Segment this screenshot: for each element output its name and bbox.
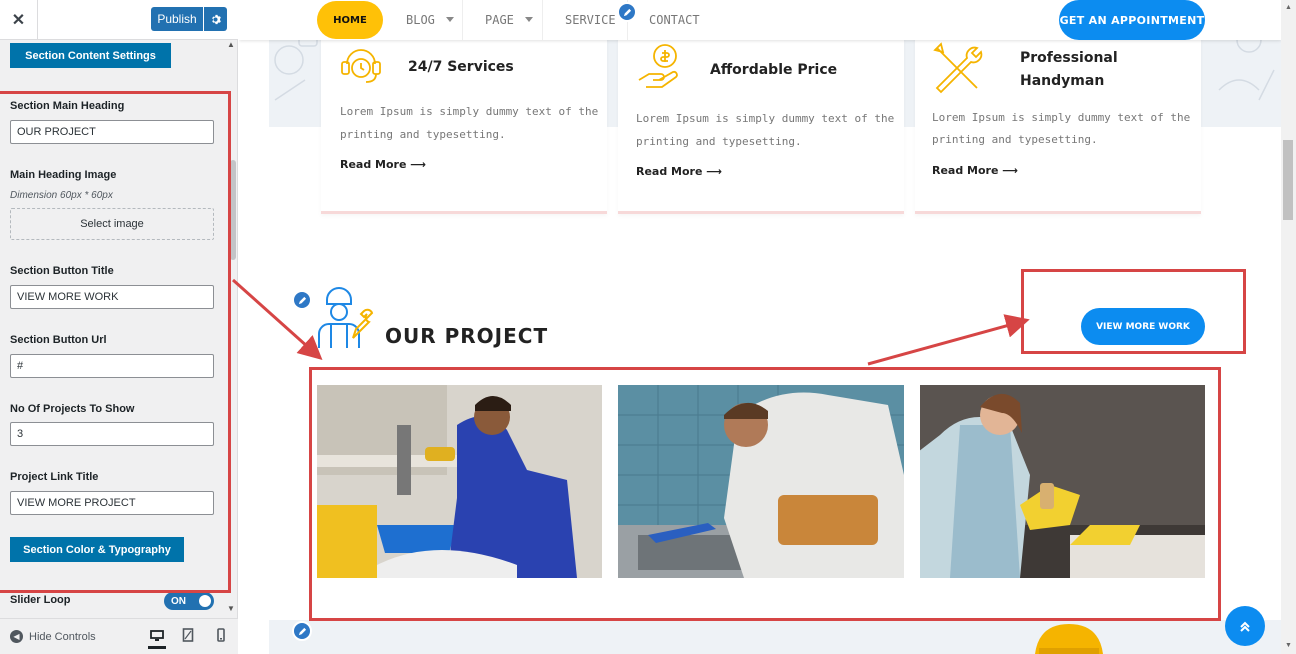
- read-more-link[interactable]: Read More ⟶: [636, 165, 722, 178]
- read-more-link[interactable]: Read More ⟶: [340, 158, 426, 171]
- button-title-label: Section Button Title: [10, 265, 114, 277]
- service-title: 24/7 Services: [408, 59, 514, 75]
- service-card: Professional Handyman Lorem Ipsum is sim…: [915, 30, 1201, 214]
- nav-item-contact[interactable]: CONTACT: [649, 0, 700, 40]
- service-title: Affordable Price: [710, 62, 838, 78]
- service-text: printing and typesetting.: [636, 135, 802, 148]
- read-more-link[interactable]: Read More ⟶: [932, 164, 1018, 177]
- projects-count-label: No Of Projects To Show: [10, 403, 135, 415]
- chevron-down-icon: [525, 17, 533, 22]
- toggle-knob: [199, 595, 211, 607]
- project-link-input[interactable]: VIEW MORE PROJECT: [10, 491, 214, 515]
- nav-item-service[interactable]: SERVICE: [565, 0, 616, 40]
- project-section-title: OUR PROJECT: [385, 324, 549, 348]
- publish-button[interactable]: Publish: [151, 7, 203, 31]
- scroll-up-icon[interactable]: ▲: [227, 40, 235, 49]
- service-text: printing and typesetting.: [932, 133, 1098, 146]
- gear-icon[interactable]: [204, 7, 227, 31]
- main-heading-label: Section Main Heading: [10, 100, 125, 112]
- nav-item-page[interactable]: PAGE: [485, 0, 514, 40]
- slider-loop-label: Slider Loop: [10, 594, 71, 606]
- service-title: Professional: [1020, 50, 1118, 66]
- slider-loop-state: ON: [171, 595, 186, 607]
- customizer-sidebar: ✕ Publish ▲ ▼ Section Content Settings S…: [0, 0, 238, 654]
- next-section-background: [269, 620, 1281, 654]
- edit-shortcut-pencil-icon[interactable]: [292, 621, 312, 641]
- money-hand-icon: [638, 44, 678, 88]
- view-more-work-button[interactable]: VIEW MORE WORK: [1081, 308, 1205, 345]
- preview-scrollbar[interactable]: ▲ ▼: [1281, 0, 1296, 654]
- slider-loop-toggle[interactable]: ON: [164, 592, 214, 610]
- customizer-footer: ◀ Hide Controls: [0, 618, 238, 654]
- service-text: Lorem Ipsum is simply dummy text of the: [340, 105, 599, 118]
- service-title: Handyman: [1020, 73, 1105, 89]
- read-more-label: Read More: [340, 158, 407, 171]
- close-icon[interactable]: ✕: [0, 0, 38, 39]
- site-navbar: HOME BLOG PAGE SERVICE CONTACT GET AN AP…: [239, 0, 1281, 40]
- nav-divider: [462, 0, 463, 40]
- scrollbar-thumb[interactable]: [1283, 140, 1293, 220]
- customizer-header: ✕ Publish: [0, 0, 238, 40]
- heading-image-label: Main Heading Image: [10, 169, 117, 181]
- main-heading-input[interactable]: OUR PROJECT: [10, 120, 214, 144]
- section-content-settings-button[interactable]: Section Content Settings: [10, 43, 171, 68]
- project-image[interactable]: [317, 385, 602, 578]
- hide-controls-button[interactable]: ◀ Hide Controls: [10, 630, 96, 643]
- hide-controls-label: Hide Controls: [29, 630, 96, 643]
- arrow-right-icon: ⟶: [410, 158, 427, 171]
- nav-item-blog[interactable]: BLOG: [406, 0, 435, 40]
- project-image[interactable]: [618, 385, 904, 578]
- select-image-button[interactable]: Select image: [10, 208, 214, 240]
- project-link-label: Project Link Title: [10, 471, 99, 483]
- service-card: 24/7 Services Lorem Ipsum is simply dumm…: [321, 30, 607, 214]
- read-more-label: Read More: [932, 164, 999, 177]
- scroll-down-icon[interactable]: ▼: [227, 604, 235, 613]
- edit-shortcut-pencil-icon[interactable]: [617, 2, 637, 22]
- tablet-preview-icon[interactable]: [182, 628, 198, 644]
- get-appointment-button[interactable]: GET AN APPOINTMENT: [1059, 0, 1205, 40]
- heading-image-note: Dimension 60px * 60px: [10, 190, 113, 201]
- button-title-input[interactable]: VIEW MORE WORK: [10, 285, 214, 309]
- service-text: Lorem Ipsum is simply dummy text of the: [932, 111, 1191, 124]
- handyman-icon: [318, 287, 374, 348]
- arrow-right-icon: ⟶: [1002, 164, 1019, 177]
- button-url-input[interactable]: #: [10, 354, 214, 378]
- arrow-right-icon: ⟶: [706, 165, 723, 178]
- nav-divider: [542, 0, 543, 40]
- color-typography-button[interactable]: Section Color & Typography: [10, 537, 184, 562]
- button-url-label: Section Button Url: [10, 334, 107, 346]
- service-text: printing and typesetting.: [340, 128, 506, 141]
- collapse-icon: ◀: [10, 630, 23, 643]
- headset-icon: [341, 49, 381, 83]
- scroll-up-icon[interactable]: ▲: [1285, 4, 1292, 11]
- chevron-down-icon: [446, 17, 454, 22]
- service-text: Lorem Ipsum is simply dummy text of the: [636, 112, 895, 125]
- project-image[interactable]: [920, 385, 1205, 578]
- customizer-root: { "sidebar": { "close_icon": "close-icon…: [0, 0, 1296, 654]
- tools-icon: [933, 42, 983, 94]
- back-to-top-button[interactable]: [1225, 606, 1265, 646]
- read-more-label: Read More: [636, 165, 703, 178]
- sidebar-scrollbar[interactable]: [230, 160, 236, 260]
- service-card: Affordable Price Lorem Ipsum is simply d…: [618, 30, 904, 214]
- double-chevron-up-icon: [1240, 621, 1250, 632]
- worker-helmet-image: [1035, 624, 1103, 654]
- projects-count-input[interactable]: 3: [10, 422, 214, 446]
- mobile-preview-icon[interactable]: [216, 628, 232, 644]
- site-preview: 24/7 Services Lorem Ipsum is simply dumm…: [239, 0, 1296, 654]
- scroll-down-icon[interactable]: ▼: [1285, 642, 1292, 649]
- nav-item-home[interactable]: HOME: [317, 1, 383, 39]
- edit-shortcut-pencil-icon[interactable]: [292, 290, 312, 310]
- desktop-preview-icon[interactable]: [148, 628, 166, 649]
